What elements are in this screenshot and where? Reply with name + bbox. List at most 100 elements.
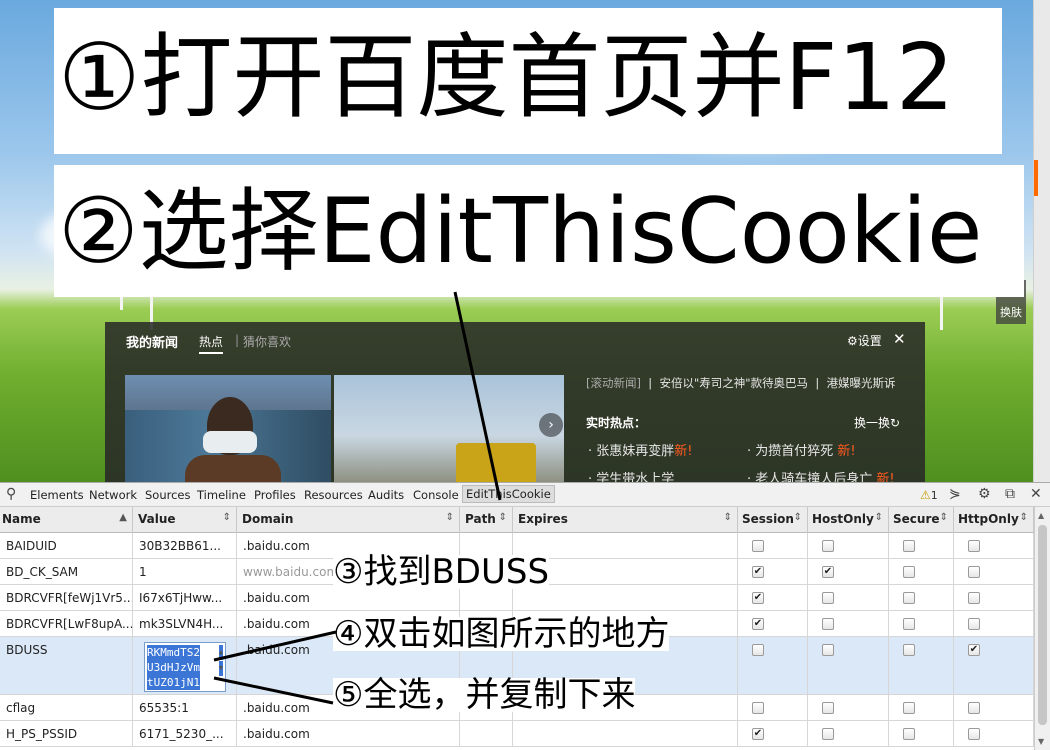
cell-value[interactable]: 1 bbox=[133, 559, 237, 584]
tab-guess-you-like[interactable]: 猜你喜欢 bbox=[243, 333, 291, 350]
checkbox-hostonly[interactable] bbox=[822, 592, 834, 604]
cell-hostonly bbox=[808, 637, 889, 694]
sort-icon: ⇕ bbox=[793, 512, 802, 523]
hot-topics-title: 实时热点： bbox=[586, 416, 647, 430]
bduss-value-editor[interactable]: RKMmdTS2 U3dHJzVm tUZ01jN1 ▲ ▼ bbox=[144, 642, 226, 692]
tab-network[interactable]: Network bbox=[89, 488, 137, 502]
column-header-name[interactable]: Name ▲ bbox=[0, 507, 133, 533]
column-header-value[interactable]: Value ⇕ bbox=[133, 507, 237, 533]
checkbox-hostonly[interactable] bbox=[822, 644, 834, 656]
checkbox-httponly[interactable] bbox=[968, 592, 980, 604]
checkbox-secure[interactable] bbox=[903, 566, 915, 578]
cell-name[interactable]: BDUSS bbox=[0, 637, 133, 694]
hot-item[interactable]: · 为攒首付猝死 新! bbox=[747, 440, 856, 459]
column-header-domain[interactable]: Domain ⇕ bbox=[237, 507, 460, 533]
rolling-news-label[interactable]: [滚动新闻] bbox=[586, 376, 641, 390]
column-header-httponly[interactable]: HttpOnly ⇕ bbox=[954, 507, 1034, 533]
cell-name[interactable]: BDRCVFR[LwF8upA... bbox=[0, 611, 133, 636]
cell-name[interactable]: H_PS_PSSID bbox=[0, 721, 133, 746]
checkbox-httponly[interactable] bbox=[968, 540, 980, 552]
cell-name[interactable]: BD_CK_SAM bbox=[0, 559, 133, 584]
cell-value[interactable]: 65535:1 bbox=[133, 695, 237, 720]
tab-hot[interactable]: 热点 bbox=[199, 333, 224, 354]
column-header-session[interactable]: Session ⇕ bbox=[738, 507, 808, 533]
cell-expires[interactable] bbox=[513, 721, 738, 746]
cell-name[interactable]: BAIDUID bbox=[0, 533, 133, 558]
search-icon[interactable]: ⚲ bbox=[6, 486, 16, 502]
checkbox-httponly[interactable] bbox=[968, 618, 980, 630]
checkbox-session[interactable]: ✔ bbox=[752, 618, 764, 630]
cell-secure bbox=[889, 559, 954, 584]
column-header-label: HttpOnly bbox=[958, 512, 1019, 526]
checkbox-secure[interactable] bbox=[903, 618, 915, 630]
checkbox-httponly[interactable] bbox=[968, 728, 980, 740]
headline-link-1[interactable]: 安倍以"寿司之神"款待奥巴马 bbox=[659, 376, 808, 390]
refresh-button[interactable]: 换一换↻ bbox=[854, 414, 900, 431]
devtools-toolbar: ⚲ Elements Network Sources Timeline Prof… bbox=[0, 482, 1050, 507]
cell-name[interactable]: BDRCVFR[feWj1Vr5... bbox=[0, 585, 133, 610]
checkbox-secure[interactable] bbox=[903, 592, 915, 604]
checkbox-hostonly[interactable] bbox=[822, 728, 834, 740]
page-scrollbar[interactable] bbox=[1033, 0, 1050, 482]
checkbox-secure[interactable] bbox=[903, 728, 915, 740]
tab-timeline[interactable]: Timeline bbox=[197, 488, 246, 502]
gear-icon[interactable]: ⚙ bbox=[978, 486, 991, 502]
tab-sources[interactable]: Sources bbox=[145, 488, 191, 502]
close-icon[interactable]: ✕ bbox=[1030, 486, 1042, 502]
tab-profiles[interactable]: Profiles bbox=[254, 488, 296, 502]
scroll-up-icon[interactable]: ▲ bbox=[218, 645, 223, 660]
checkbox-session[interactable] bbox=[752, 540, 764, 552]
checkbox-hostonly[interactable] bbox=[822, 618, 834, 630]
checkbox-httponly[interactable]: ✔ bbox=[968, 644, 980, 656]
checkbox-secure[interactable] bbox=[903, 644, 915, 656]
cell-path[interactable] bbox=[460, 721, 513, 746]
checkbox-hostonly[interactable] bbox=[822, 702, 834, 714]
table-row[interactable]: H_PS_PSSID 6171_5230_... .baidu.com ✔ bbox=[0, 721, 1034, 747]
scroll-up-icon[interactable]: ▲ bbox=[1038, 511, 1044, 520]
news-photo-2[interactable]: › bbox=[334, 375, 564, 485]
checkbox-session[interactable] bbox=[752, 644, 764, 656]
news-photo-1[interactable] bbox=[125, 375, 331, 485]
cell-value[interactable]: I67x6TjHww... bbox=[133, 585, 237, 610]
checkbox-session[interactable] bbox=[752, 702, 764, 714]
checkbox-session[interactable]: ✔ bbox=[752, 592, 764, 604]
table-scrollbar[interactable]: ▲ ▼ bbox=[1034, 507, 1050, 750]
close-icon[interactable]: ✕ bbox=[893, 330, 906, 348]
checkbox-httponly[interactable] bbox=[968, 702, 980, 714]
cell-name[interactable]: cflag bbox=[0, 695, 133, 720]
console-drawer-icon[interactable]: ⋟ bbox=[949, 486, 961, 502]
tab-audits[interactable]: Audits bbox=[368, 488, 404, 502]
scroll-down-icon[interactable]: ▼ bbox=[218, 661, 223, 676]
column-header-hostonly[interactable]: HostOnly ⇕ bbox=[808, 507, 889, 533]
headline-link-2[interactable]: 港媒曝光斯诉 bbox=[827, 376, 896, 390]
chevron-right-icon[interactable]: › bbox=[539, 413, 563, 437]
hot-item[interactable]: · 张惠妹再变胖新! bbox=[588, 440, 693, 459]
tab-elements[interactable]: Elements bbox=[30, 488, 84, 502]
column-header-label: Expires bbox=[518, 512, 568, 526]
tab-editthiscookie[interactable]: EditThisCookie bbox=[462, 485, 555, 503]
checkbox-session[interactable]: ✔ bbox=[752, 566, 764, 578]
tab-console[interactable]: Console bbox=[413, 488, 459, 502]
checkbox-httponly[interactable] bbox=[968, 566, 980, 578]
cell-value[interactable]: 6171_5230_... bbox=[133, 721, 237, 746]
cell-value[interactable]: 30B32BB61... bbox=[133, 533, 237, 558]
checkbox-hostonly[interactable]: ✔ bbox=[822, 566, 834, 578]
checkbox-hostonly[interactable] bbox=[822, 540, 834, 552]
news-settings-button[interactable]: ⚙设置 bbox=[847, 332, 882, 349]
cell-value[interactable]: mk3SLVN4H... bbox=[133, 611, 237, 636]
column-header-path[interactable]: Path ⇕ bbox=[460, 507, 513, 533]
scrollbar-thumb[interactable] bbox=[1038, 525, 1047, 725]
warning-icon[interactable]: ⚠1 bbox=[920, 488, 938, 502]
cell-domain[interactable]: .baidu.com bbox=[237, 721, 460, 746]
annotation-step-4: ④双击如图所示的地方 bbox=[333, 614, 670, 654]
dock-icon[interactable]: ⧉ bbox=[1005, 486, 1015, 502]
column-header-expires[interactable]: Expires ⇕ bbox=[513, 507, 738, 533]
checkbox-session[interactable]: ✔ bbox=[752, 728, 764, 740]
scroll-down-icon[interactable]: ▼ bbox=[1038, 737, 1044, 746]
checkbox-secure[interactable] bbox=[903, 540, 915, 552]
column-header-secure[interactable]: Secure ⇕ bbox=[889, 507, 954, 533]
checkbox-secure[interactable] bbox=[903, 702, 915, 714]
tab-resources[interactable]: Resources bbox=[304, 488, 363, 502]
annotation-step-5: ⑤全选，并复制下来 bbox=[333, 675, 636, 715]
photo-shirt bbox=[185, 455, 281, 485]
